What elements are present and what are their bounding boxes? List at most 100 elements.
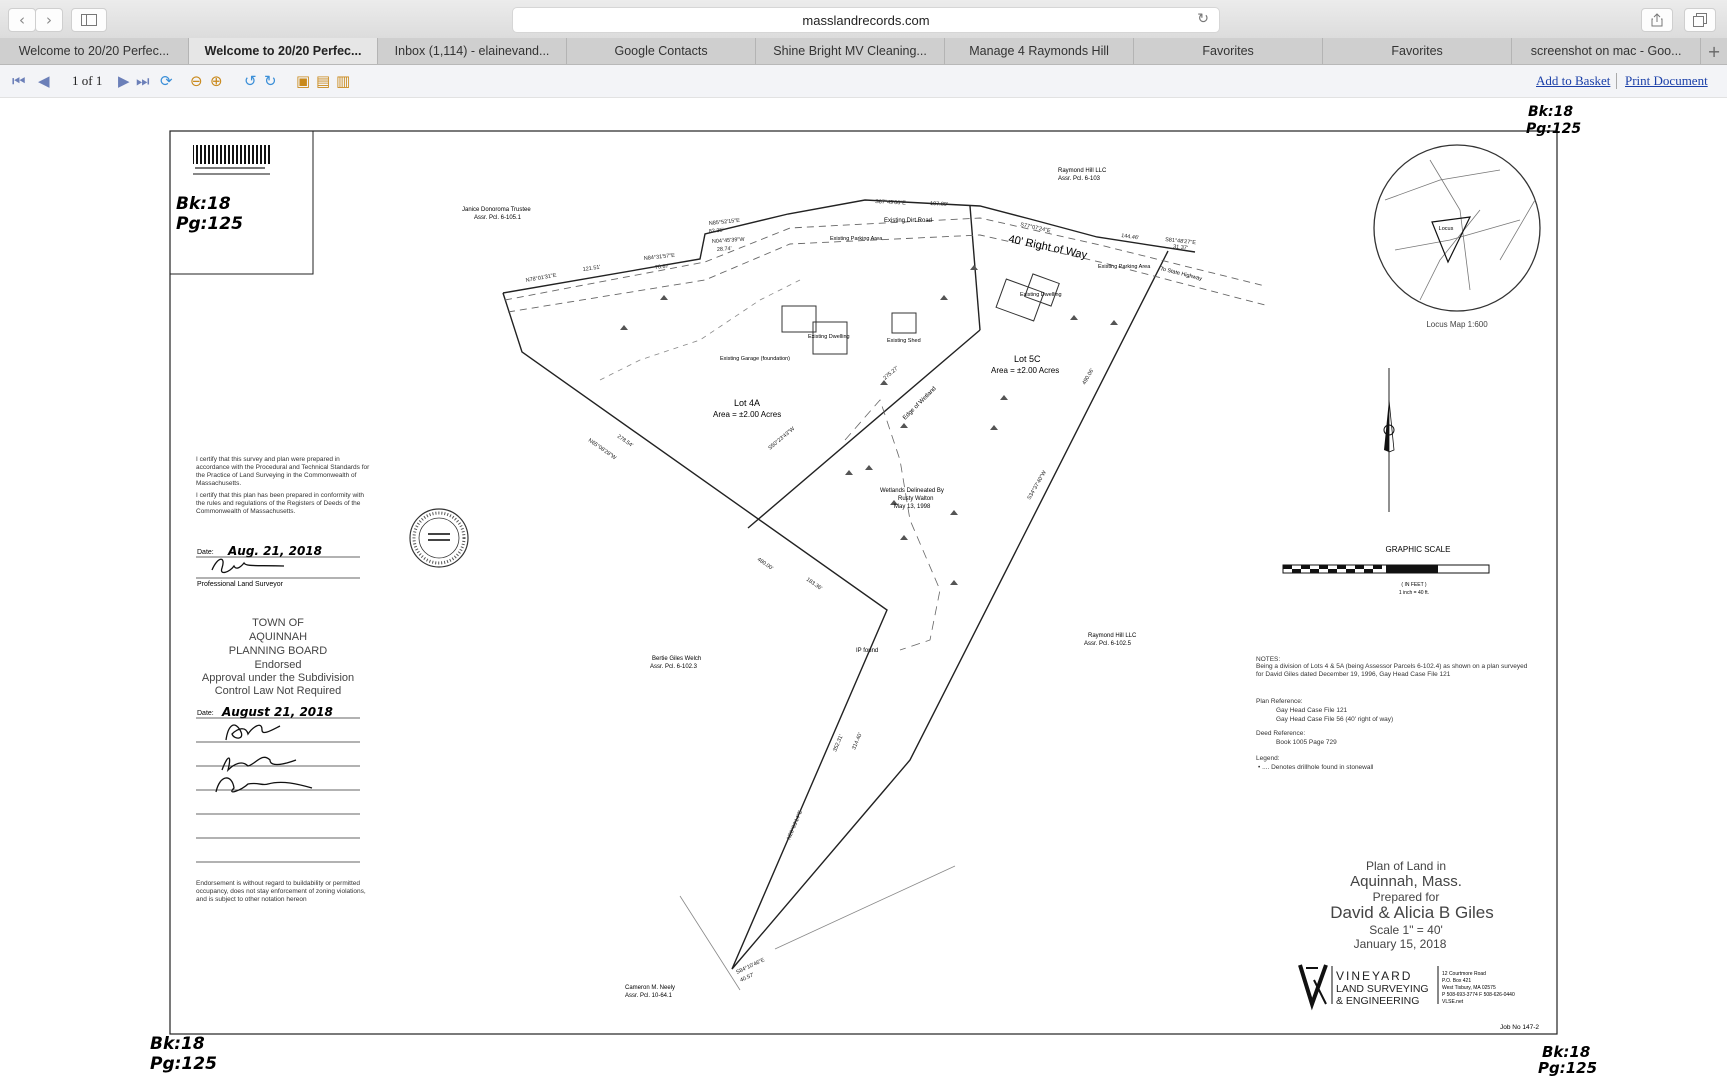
new-tab-button[interactable]: + [1701,38,1727,64]
tab[interactable]: Shine Bright MV Cleaning... [756,38,946,64]
title-scale: Scale 1" = 40' [1369,923,1443,937]
title-date: January 15, 2018 [1354,937,1447,951]
browser-toolbar: ‹ › masslandrecords.com ↻ [0,0,1727,39]
sidebar-icon [81,14,97,26]
building-label: Existing Dwelling [808,334,850,340]
forward-button[interactable]: › [35,8,63,32]
zoom-out-icon[interactable]: ⊖ [190,72,203,90]
abutter-parcel: Assr. Pcl. 6-103 [1058,176,1101,182]
rotate-right-icon[interactable]: ↻ [264,72,277,90]
barcode [193,145,271,175]
stamp-page: Pg:125 [150,1054,217,1074]
survey-certification: I certify that this survey and plan were… [196,456,370,515]
next-page-icon[interactable]: ▶ [118,72,130,90]
svg-text:183.36': 183.36' [805,577,823,592]
abutter-parcel: Assr. Pcl. 6-102.5 [1084,641,1132,647]
add-to-basket-link[interactable]: Add to Basket [1536,73,1610,89]
tab-label: Shine Bright MV Cleaning... [773,44,927,58]
surveyor-seal [409,508,469,568]
lot4a-area: Area = ±2.00 Acres [713,410,781,419]
firm-address: P.O. Box 421 [1442,978,1471,984]
svg-text:S87°49'06"E: S87°49'06"E [875,199,906,207]
plus-icon: + [1707,41,1721,61]
right-of-way-lines [504,217,1266,313]
wetlands-note: May 13, 1998 [894,504,931,510]
svg-text:S34°37'40"W: S34°37'40"W [1027,469,1049,501]
road-line [774,865,956,950]
endorsement-note: Endorsement is without regard to buildab… [196,880,366,903]
viewer-toolbar: ⏮ ◀ 1 of 1 ▶ ⏭ ⟳ ⊖ ⊕ ↺ ↻ ▣ ▤ ▥ Add to Ba… [0,65,1727,98]
svg-text:TOWN OF: TOWN OF [252,617,304,629]
plan-notes: NOTES: Being a division of Lots 4 & 5A (… [1256,656,1528,771]
plan-of-land-document: Bk:18 Pg:125 Bk:18 Pg:125 Bk:18 Pg:125 B… [150,104,1597,1077]
tabs-overview-button[interactable] [1684,8,1716,32]
building-label: Existing Garage (foundation) [720,356,790,362]
planning-board-endorsement: TOWN OF AQUINNAH PLANNING BOARD Endorsed… [202,617,354,697]
tab[interactable]: Manage 4 Raymonds Hill [945,38,1135,64]
firm-address: West Tisbury, MA 02575 [1442,985,1496,991]
tab[interactable]: Welcome to 20/20 Perfec... [0,38,190,64]
actual-size-icon[interactable]: ▥ [336,72,350,90]
zoom-in-icon[interactable]: ⊕ [210,72,223,90]
notes-text: Being a division of Lots 4 & 5A (being A… [1256,663,1528,678]
signature-lines [196,717,360,863]
tab[interactable]: Google Contacts [567,38,757,64]
stamp-book: Bk:18 [176,194,231,214]
abutter-name: Bertie Giles Welch [652,656,701,662]
fit-page-icon[interactable]: ▣ [296,72,310,90]
certification-text: I certify that this survey and plan were… [196,456,370,487]
tab[interactable]: screenshot on mac - Goo... [1512,38,1702,64]
svg-text:N04°45'39"W: N04°45'39"W [712,237,746,245]
first-page-icon[interactable]: ⏮ [12,72,26,90]
firm-address: P 508-693-3774 F 508-626-0440 [1442,992,1515,998]
print-document-link[interactable]: Print Document [1625,73,1708,89]
share-button[interactable] [1641,8,1673,32]
back-button[interactable]: ‹ [8,8,36,32]
svg-text:Approval under the Subdivision: Approval under the Subdivision [202,672,354,684]
date-label: Date: [197,549,214,556]
wetlands-note: Wetlands Delineated By [880,488,944,494]
tab-active[interactable]: Welcome to 20/20 Perfec... [189,38,379,64]
tab-label: Manage 4 Raymonds Hill [969,44,1109,58]
plan-border [169,130,1558,1035]
abutter-parcel: Assr. Pcl. 6-102.3 [650,664,698,670]
svg-text:480.00': 480.00' [756,557,774,572]
tabs-icon [1693,13,1707,27]
title-line: Prepared for [1373,890,1440,904]
firm-name: VINEYARD [1336,969,1412,983]
stamp-book: Bk:18 [1528,104,1573,120]
previous-page-icon[interactable]: ◀ [38,72,50,90]
firm-name: & ENGINEERING [1336,995,1419,1007]
graphic-scale: GRAPHIC SCALE ( IN FEET ) 1 inch = 40 ft… [1282,545,1490,596]
svg-text:278.54': 278.54' [616,434,634,449]
tab[interactable]: Favorites [1323,38,1513,64]
legend-heading: Legend: [1256,755,1280,762]
svg-text:PLANNING BOARD: PLANNING BOARD [229,645,327,657]
svg-text:352.31': 352.31' [832,734,845,753]
refresh-icon[interactable]: ⟳ [160,72,173,90]
svg-text:N78°01'31"E: N78°01'31"E [525,273,557,284]
fit-width-icon[interactable]: ▤ [316,72,330,90]
svg-text:107.89': 107.89' [930,201,948,208]
abutter-name: Janice Donoroma Trustee [462,207,531,213]
svg-text:Control Law Not Required: Control Law Not Required [215,685,342,697]
address-bar[interactable]: masslandrecords.com ↻ [512,7,1220,33]
svg-text:28.74': 28.74' [717,246,732,253]
last-page-icon[interactable]: ⏭ [136,72,150,90]
notes-heading: NOTES: [1256,656,1280,663]
abutter-name: Raymond Hill LLC [1088,633,1137,639]
tab[interactable]: Favorites [1134,38,1324,64]
tab[interactable]: Inbox (1,114) - elainevand... [378,38,568,64]
lot5c-label: Lot 5C [1014,354,1041,364]
building-label: Existing Parking Area [1098,264,1151,270]
reload-icon[interactable]: ↻ [1197,11,1209,27]
stamp-page: Pg:125 [1526,121,1581,137]
sidebar-toggle-button[interactable] [71,8,107,32]
locus-map: Locus Locus Map 1:600 [1373,144,1541,329]
plan-reference: Gay Head Case File 56 (40' right of way) [1276,716,1393,723]
surveyor-signature [211,558,285,574]
svg-text:AQUINNAH: AQUINNAH [249,631,307,643]
building-label: Existing Shed [887,338,921,344]
rotate-left-icon[interactable]: ↺ [244,72,257,90]
title-line: Plan of Land in [1366,859,1446,873]
